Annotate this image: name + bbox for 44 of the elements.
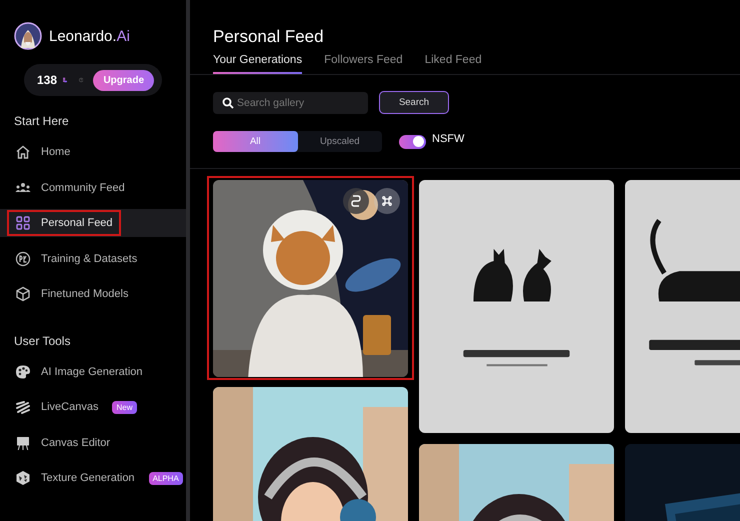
feed-tab[interactable]: Liked Feed [424, 54, 482, 74]
section-heading: Start Here [13, 113, 70, 128]
brand-name: Leonardo.Ai [49, 28, 130, 44]
nav-item[interactable]: Personal Feed [0, 209, 186, 237]
nav-item[interactable]: Home [0, 138, 186, 166]
cube-texture-icon [15, 470, 31, 486]
search-icon [222, 96, 234, 108]
palette-icon [15, 364, 31, 380]
section-heading: User Tools [13, 332, 72, 348]
nav-item[interactable]: LiveCanvas New [0, 393, 186, 421]
brush-stroke-icon [15, 399, 31, 415]
nav-label: AI Image Generation [41, 366, 143, 378]
grid-icon [15, 215, 31, 231]
nav-label: Home [41, 146, 70, 158]
command-key-icon[interactable] [374, 188, 400, 214]
status-badge: ALPHA [148, 472, 183, 484]
nav-label: Texture Generation [41, 472, 135, 484]
feed-tab[interactable]: Your Generations [213, 54, 302, 74]
logo-avatar-icon [14, 22, 42, 50]
toggle-label: NSFW [432, 132, 464, 144]
page-title: Personal Feed [213, 27, 325, 47]
scribble-icon [15, 250, 31, 266]
nav-item[interactable]: AI Image Generation [0, 358, 186, 386]
nav-label: LiveCanvas [41, 401, 98, 413]
nav-item[interactable]: Finetuned Models [0, 280, 186, 308]
nav-label: Canvas Editor [41, 436, 110, 448]
search-button[interactable]: Search [379, 91, 449, 114]
nav-label: Training & Datasets [41, 252, 138, 264]
nsfw-toggle[interactable] [399, 134, 426, 148]
nav-item[interactable]: Texture Generation ALPHA [0, 464, 186, 492]
filter-option[interactable]: Upscaled [298, 131, 382, 152]
easel-icon [15, 434, 31, 450]
nav-item[interactable]: Canvas Editor [0, 428, 186, 456]
nav-item[interactable]: Community Feed [0, 174, 186, 202]
credit-count: 138 [37, 73, 58, 87]
feed-tab[interactable]: Followers Feed [324, 54, 403, 74]
cube-icon [15, 286, 31, 302]
nav-label: Finetuned Models [41, 288, 128, 300]
home-icon [15, 144, 31, 160]
search-field[interactable]: Search gallery [213, 92, 368, 114]
nav-label: Community Feed [41, 182, 125, 194]
nav-item[interactable]: Training & Datasets [0, 244, 186, 272]
status-badge: New [112, 400, 136, 414]
nav-label: Personal Feed [41, 217, 113, 229]
